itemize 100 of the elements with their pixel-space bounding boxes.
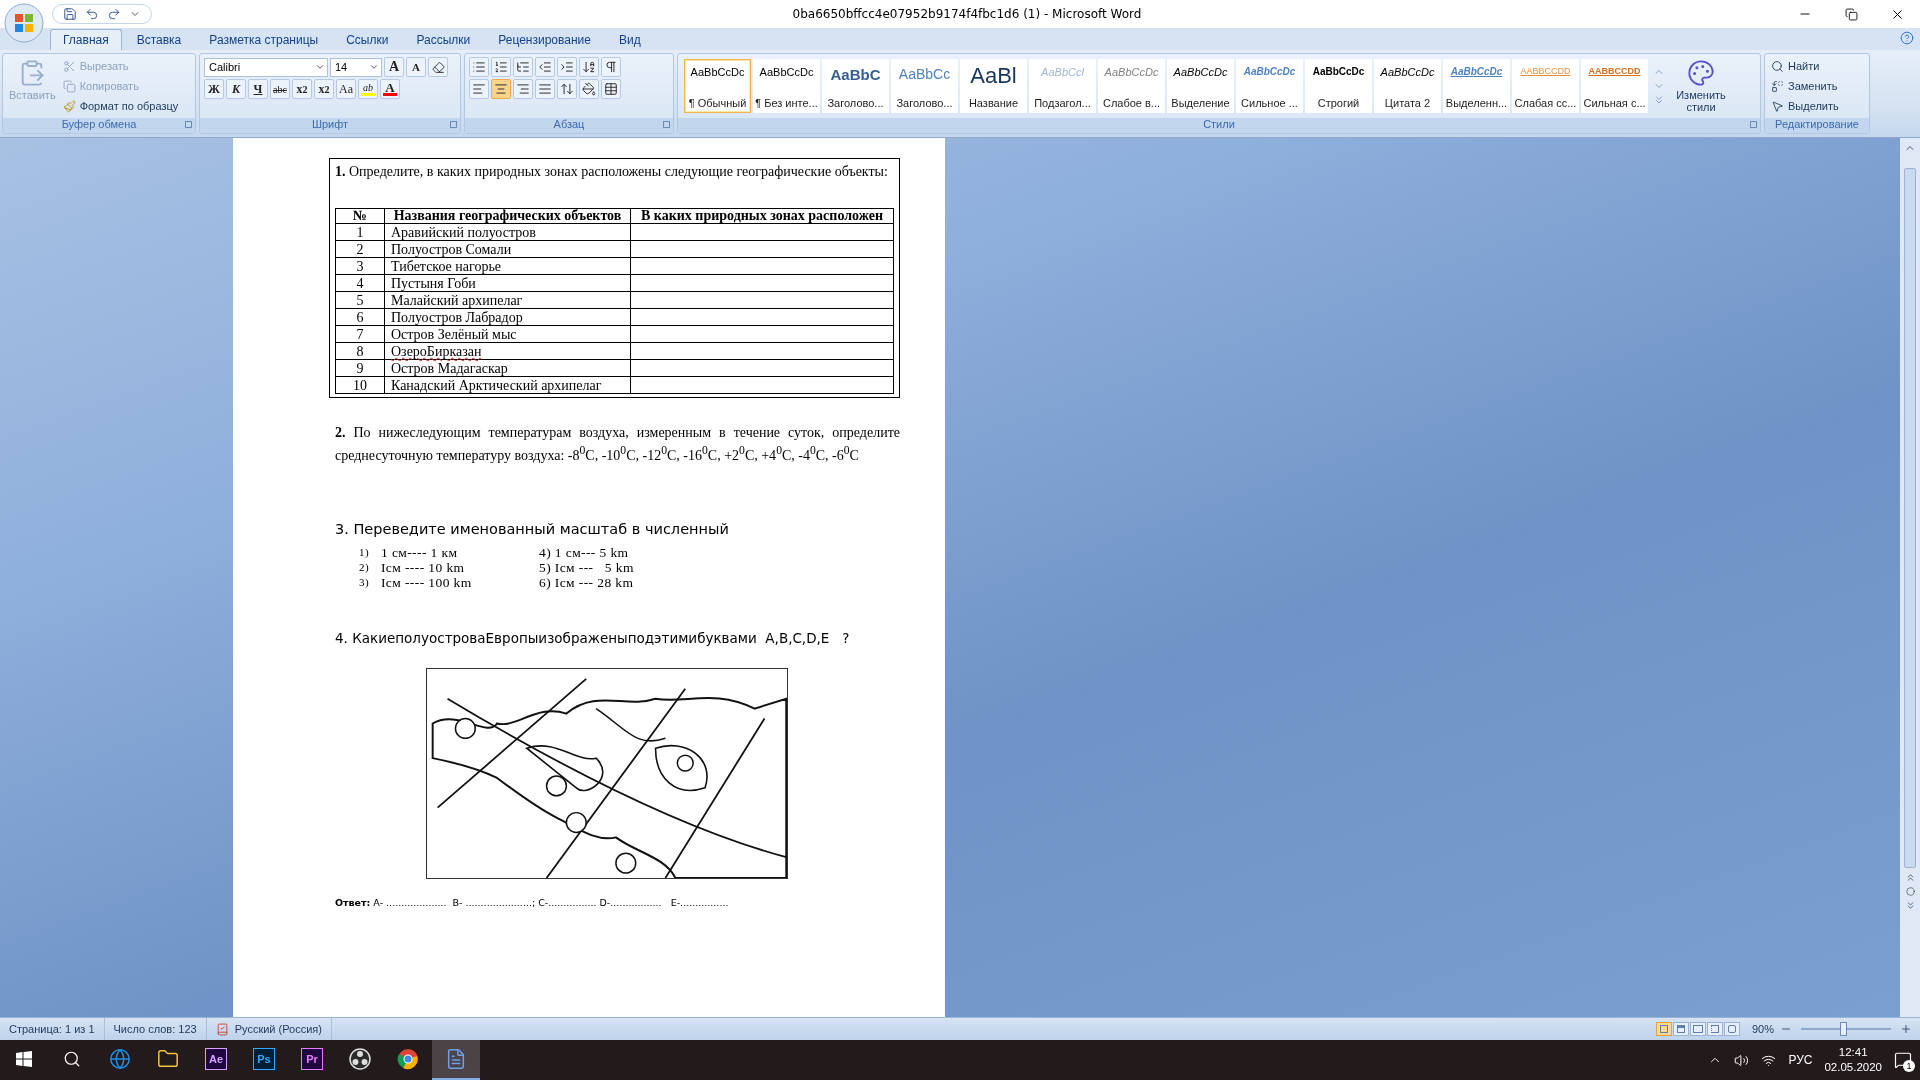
format-painter-button[interactable]: Формат по образцу <box>60 97 181 115</box>
ribbon-tab[interactable]: Рассылки <box>403 29 484 50</box>
list-tree-icon <box>516 60 530 74</box>
sort-button[interactable] <box>579 57 599 77</box>
scissors-icon <box>62 59 76 73</box>
grow-font-button[interactable]: A <box>384 57 404 77</box>
taskbar-app[interactable]: Pr <box>288 1040 336 1080</box>
decrease-indent-button[interactable] <box>535 57 555 77</box>
table-cell: Канадский Арктический архипелаг <box>384 376 631 394</box>
increase-indent-button[interactable] <box>557 57 577 77</box>
replace-button[interactable]: Заменить <box>1769 77 1841 95</box>
font-color-button[interactable]: A <box>380 79 400 99</box>
shading-button[interactable] <box>579 79 599 99</box>
group-label: Буфер обмена <box>3 118 195 133</box>
eraser-icon <box>431 60 445 74</box>
align-button[interactable] <box>491 79 511 99</box>
zoom-slider[interactable] <box>1798 1022 1894 1036</box>
show-marks-button[interactable] <box>601 57 621 77</box>
style-item[interactable]: AABBCCDD Сильная с... <box>1581 59 1648 113</box>
align-icon <box>538 82 552 96</box>
clock-time[interactable]: 12:41 <box>1838 1045 1868 1060</box>
ribbon-tab[interactable]: Главная <box>50 29 122 50</box>
highlight-button[interactable]: ab <box>358 79 378 99</box>
table-cell: Полуостров Лабрадор <box>384 308 631 326</box>
ring-icon <box>349 1048 371 1070</box>
format-button[interactable]: Ж <box>204 79 224 99</box>
style-item[interactable]: AaBbCcDc ¶ Без инте... <box>753 59 820 113</box>
align-button[interactable] <box>535 79 555 99</box>
style-item[interactable]: AaBbCcDc ¶ Обычный <box>684 59 751 113</box>
style-item[interactable]: AABBCCDD Слабая сс... <box>1512 59 1579 113</box>
language-label[interactable]: Русский (Россия) <box>234 1023 322 1035</box>
clock-date[interactable]: 02.05.2020 <box>1824 1060 1882 1075</box>
ribbon-tab[interactable]: Рецензирование <box>485 29 604 50</box>
input-language[interactable]: РУС <box>1788 1053 1813 1067</box>
find-button[interactable]: Найти <box>1769 57 1841 75</box>
view-button[interactable] <box>1672 1022 1689 1036</box>
column-header: В каких природных зонах расположен <box>630 208 894 224</box>
change-styles-button[interactable]: Изменить стили <box>1668 57 1734 115</box>
style-item[interactable]: AaBbCcDc Строгий <box>1305 59 1372 113</box>
format-button[interactable]: К <box>226 79 246 99</box>
style-item[interactable]: AaBbCcDc Выделенн... <box>1443 59 1510 113</box>
zoom-level[interactable]: 90% <box>1751 1023 1774 1035</box>
redo-icon <box>107 7 121 21</box>
undo-icon <box>85 7 99 21</box>
scale-item: 4) 1 см--- 5 km <box>539 544 630 560</box>
taskbar-app[interactable]: Ae <box>192 1040 240 1080</box>
borders-button[interactable] <box>601 79 621 99</box>
table-cell: 9 <box>335 359 385 377</box>
format-button[interactable]: Aa <box>336 79 356 99</box>
select-button[interactable]: Выделить <box>1769 97 1841 115</box>
notification-icon <box>1894 1051 1912 1069</box>
scrollbar-thumb[interactable] <box>1904 168 1916 868</box>
ribbon-tab[interactable]: Вставка <box>123 29 195 50</box>
outdent-icon <box>538 60 552 74</box>
taskbar-app[interactable]: Ps <box>240 1040 288 1080</box>
align-icon <box>516 82 530 96</box>
table-cell: Тибетское нагорье <box>384 257 631 275</box>
format-button[interactable]: Ч <box>248 79 268 99</box>
font-name-field[interactable]: Calibri <box>204 57 328 77</box>
shrink-font-button[interactable]: A <box>406 57 426 77</box>
clear-format-button[interactable] <box>428 57 448 77</box>
app-icon: Ps <box>253 1048 275 1070</box>
align-button[interactable] <box>469 79 489 99</box>
bullets-button[interactable] <box>469 57 489 77</box>
view-button[interactable] <box>1655 1022 1672 1036</box>
numbering-button[interactable] <box>491 57 511 77</box>
font-size-field[interactable]: 14 <box>330 57 382 77</box>
style-item[interactable]: AaBbCcDc Сильное ... <box>1236 59 1303 113</box>
style-item[interactable]: AaBl Название <box>960 59 1027 113</box>
ribbon-tab[interactable]: Разметка страницы <box>196 29 332 50</box>
replace-icon <box>1771 79 1784 93</box>
ribbon-tab[interactable]: Ссылки <box>333 29 402 50</box>
style-item[interactable]: AaBbCc Заголово... <box>891 59 958 113</box>
style-item[interactable]: AaBbCcDc Цитата 2 <box>1374 59 1441 113</box>
view-button[interactable] <box>1689 1022 1706 1036</box>
style-item[interactable]: AaBbCcDc Выделение <box>1167 59 1234 113</box>
view-button[interactable] <box>1723 1022 1740 1036</box>
style-item[interactable]: AaBbCcDc Слабое в... <box>1098 59 1165 113</box>
globe-icon <box>109 1048 131 1070</box>
ribbon-tab[interactable]: Вид <box>605 29 654 50</box>
scale-item: 6) Iсм --- 28 km <box>539 574 635 590</box>
table-cell: 5 <box>335 291 385 309</box>
align-button[interactable] <box>513 79 533 99</box>
table-cell: 1 <box>335 223 385 241</box>
table-cell: Пустыня Гоби <box>384 274 631 292</box>
line-spacing-button[interactable] <box>557 79 577 99</box>
format-button[interactable]: abc <box>270 79 290 99</box>
task-text: 2. По нижеследующим температурам воздуха, измеренным в течение суток, определите среднесуточную температуру воздуха: -8$^{0}$С, -10$^{0}$С, -12$^{0}$С, -16$^{0}$С, +2$^{0}$С, +4$^{0}$С, -4$^{0}$С, -6$^{0}$С <box>335 424 900 465</box>
view-button[interactable] <box>1706 1022 1723 1036</box>
table-cell: 8 <box>335 342 385 360</box>
numbered-list-icon <box>494 60 508 74</box>
style-item[interactable]: AaBbCcl Подзагол... <box>1029 59 1096 113</box>
restore-icon <box>1844 7 1858 21</box>
table-cell: ОзероБирказан <box>384 342 631 360</box>
indent-icon <box>560 60 574 74</box>
table-cell: 10 <box>335 376 385 394</box>
bullet-list-icon <box>472 60 486 74</box>
app-icon: Ae <box>205 1048 227 1070</box>
multilevel-button[interactable] <box>513 57 533 77</box>
style-item[interactable]: AaBbC Заголово... <box>822 59 889 113</box>
